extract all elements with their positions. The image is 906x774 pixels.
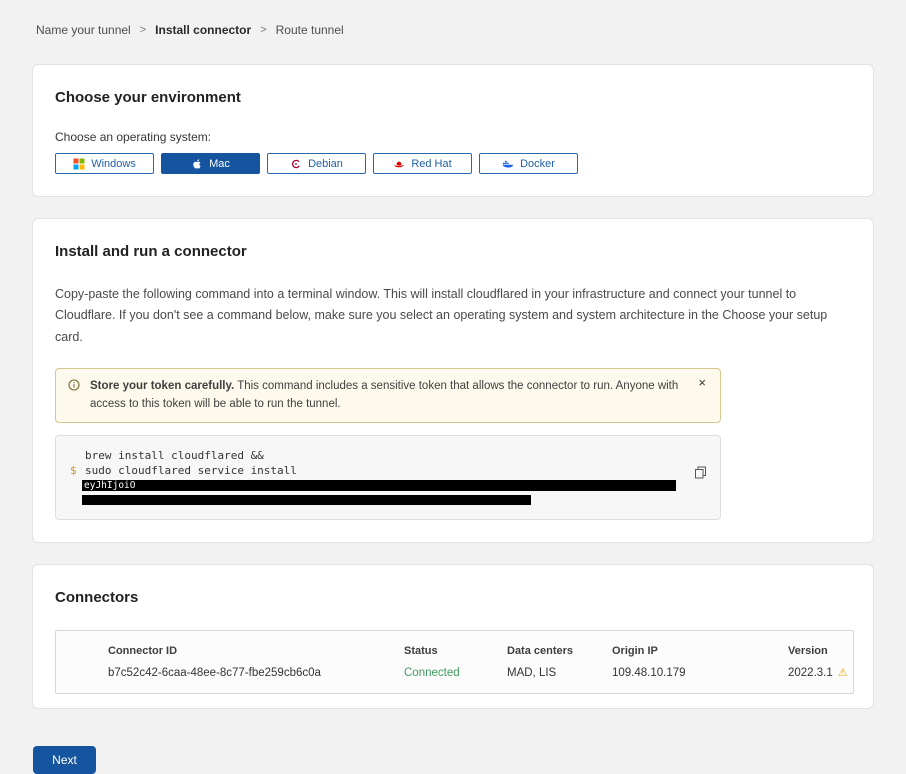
install-connector-card: Install and run a connector Copy-paste t… [32,218,874,543]
debian-icon [290,158,302,170]
connectors-table: Connector ID Status Data centers Origin … [55,630,854,694]
copy-icon[interactable] [694,466,707,482]
os-button-group: Windows Mac Debian [55,153,851,174]
token-line-redacted-2 [67,495,676,507]
header-connector-id: Connector ID [108,645,404,657]
header-data-centers: Data centers [507,645,612,657]
os-button-windows[interactable]: Windows [55,153,154,174]
os-select-label: Choose an operating system: [55,130,851,144]
status-badge: Connected [404,667,507,679]
next-button[interactable]: Next [33,746,96,774]
windows-icon [73,158,85,170]
header-status: Status [404,645,507,657]
breadcrumb-step-install-connector[interactable]: Install connector [155,23,251,37]
os-button-label: Debian [308,158,343,170]
info-circle-icon [68,379,80,398]
warning-triangle-icon: ⚠ [838,668,848,679]
redaction-bar [82,495,531,505]
install-description: Copy-paste the following command into a … [55,284,849,348]
cell-connector-id: b7c52c42-6caa-48ee-8c77-fbe259cb6c0a [108,667,404,679]
shell-prompt: $ [70,463,77,478]
os-button-label: Windows [91,158,136,170]
header-origin-ip: Origin IP [612,645,788,657]
connectors-card: Connectors Connector ID Status Data cent… [32,564,874,709]
cell-data-centers: MAD, LIS [507,667,612,679]
token-line-redacted: eyJhIjoiO [67,480,676,493]
environment-card-title: Choose your environment [55,89,851,106]
install-command-block: brew install cloudflared && $sudo cloudf… [55,435,721,520]
warning-title: Store your token carefully. [90,380,234,392]
os-button-redhat[interactable]: Red Hat [373,153,472,174]
cell-version: 2022.3.1 ⚠ [788,667,853,679]
header-version: Version [788,645,853,657]
breadcrumb: Name your tunnel > Install connector > R… [0,0,906,37]
cell-origin-ip: 109.48.10.179 [612,667,788,679]
code-line-service-install: $sudo cloudflared service install [70,463,676,478]
install-card-title: Install and run a connector [55,243,851,260]
os-button-label: Docker [520,158,555,170]
os-button-debian[interactable]: Debian [267,153,366,174]
os-button-docker[interactable]: Docker [479,153,578,174]
table-row: b7c52c42-6caa-48ee-8c77-fbe259cb6c0a Con… [56,667,853,679]
table-header-row: Connector ID Status Data centers Origin … [56,645,853,657]
environment-card: Choose your environment Choose an operat… [32,64,874,197]
connectors-card-title: Connectors [55,589,851,606]
os-button-label: Red Hat [411,158,451,170]
os-button-label: Mac [209,158,230,170]
docker-icon [502,158,514,170]
redacted-token-bar: eyJhIjoiO [82,480,676,491]
redhat-icon [393,158,405,170]
close-icon[interactable]: × [692,375,712,390]
code-line-brew: brew install cloudflared && [70,448,676,463]
breadcrumb-step-route-tunnel[interactable]: Route tunnel [276,23,344,37]
footer: Next [0,730,906,774]
token-warning-banner: Store your token carefully. This command… [55,368,721,423]
breadcrumb-separator: > [140,24,146,36]
apple-icon [191,158,203,170]
os-button-mac[interactable]: Mac [161,153,260,174]
breadcrumb-separator: > [260,24,266,36]
breadcrumb-step-name-tunnel[interactable]: Name your tunnel [36,23,131,37]
